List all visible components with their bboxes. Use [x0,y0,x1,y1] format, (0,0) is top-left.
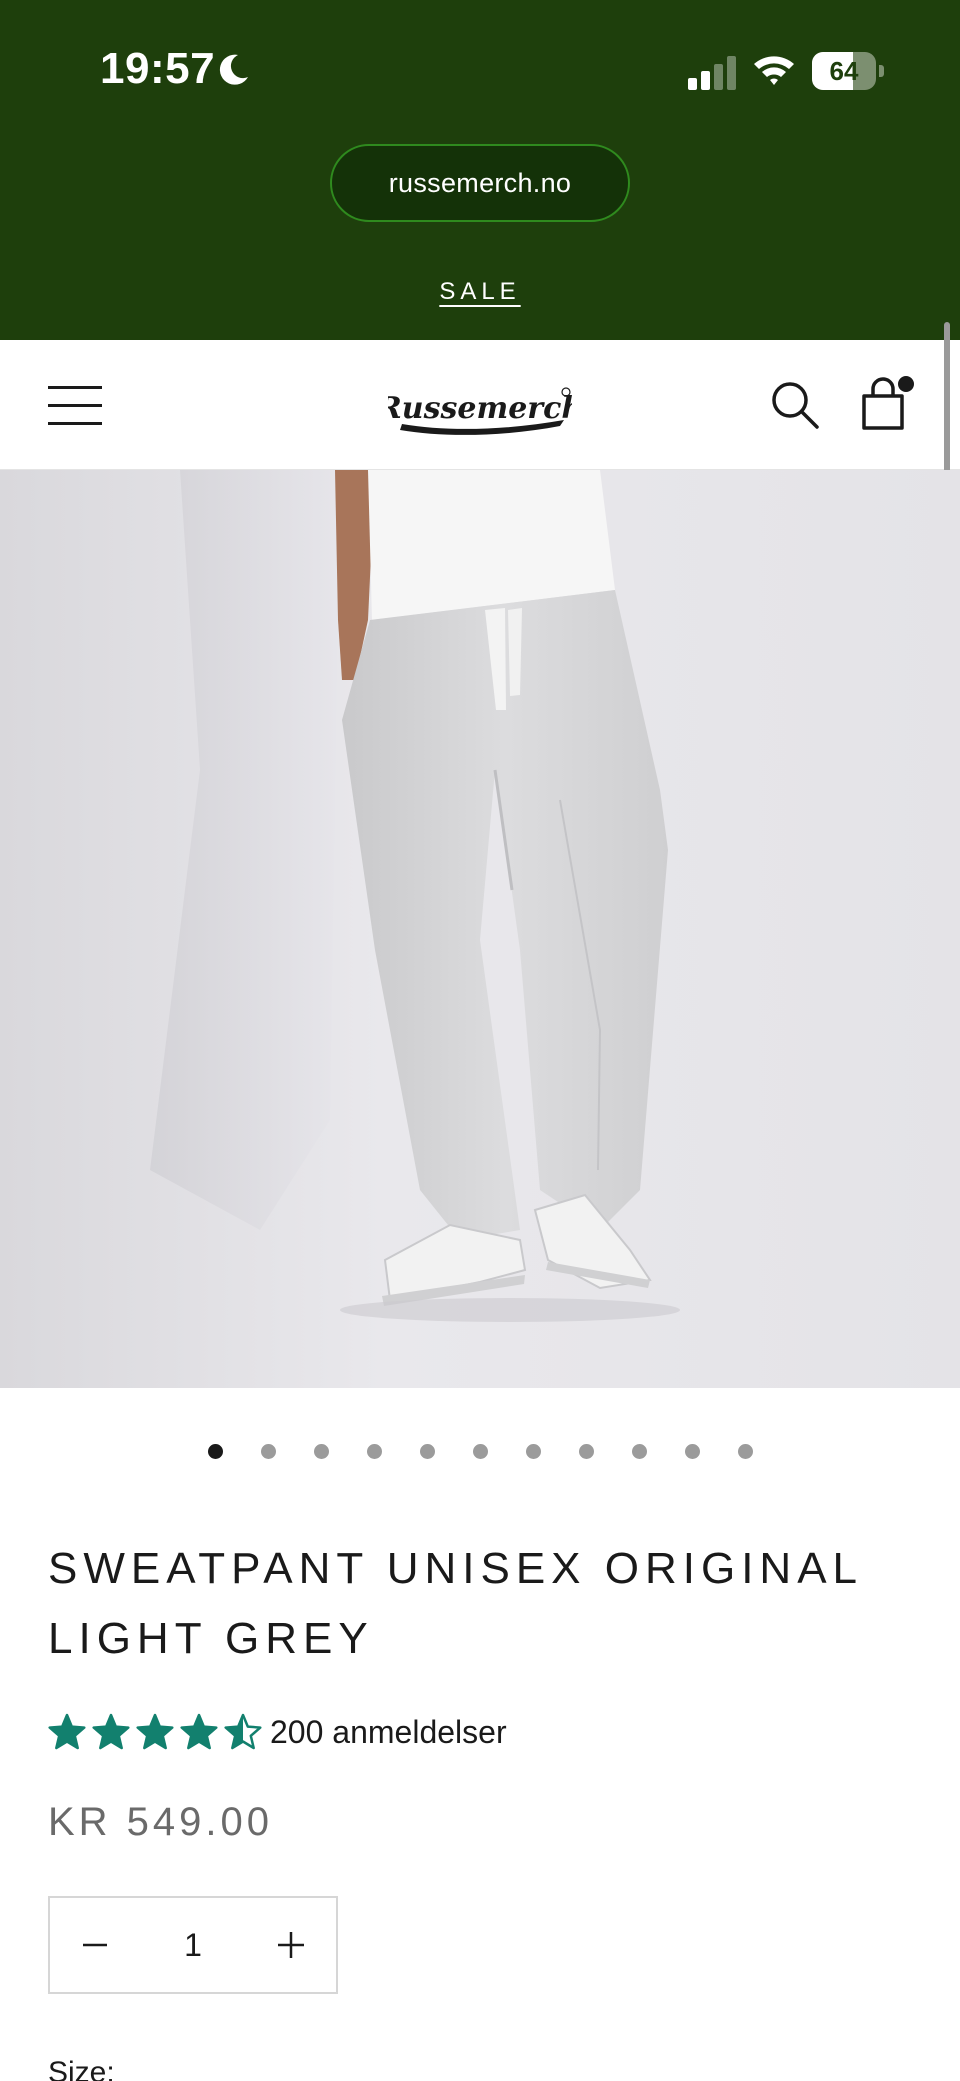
site-header: Russemerch [0,340,960,470]
gallery-dot[interactable] [737,1444,753,1459]
product-title: SWEATPANT UNISEX ORIGINAL LIGHT GREY [48,1544,862,1663]
sale-link[interactable]: SALE [439,278,520,305]
status-time: 19:57 [100,44,216,93]
gallery-dot[interactable] [525,1444,541,1459]
star-filled-icon [92,1713,130,1750]
battery-tip [879,65,884,77]
star-filled-icon [136,1713,174,1750]
gallery-dot[interactable] [631,1444,647,1459]
gallery-dot[interactable] [578,1444,594,1459]
size-label: Size: [48,2056,115,2081]
product-image[interactable] [0,470,960,1388]
moon-icon [219,54,248,85]
gallery-dot[interactable] [207,1444,223,1459]
battery-indicator: 64 [812,52,884,90]
plus-icon [278,1932,304,1958]
gallery-dot[interactable] [366,1444,382,1459]
russemerch-logo[interactable]: Russemerch [388,380,572,440]
gallery-dot[interactable] [472,1444,488,1459]
battery-percent: 64 [829,56,859,86]
cellular-signal-icon [688,56,736,90]
cart-badge-dot [898,376,914,392]
star-filled-icon [48,1713,86,1750]
rating-stars [48,1713,262,1751]
review-count[interactable]: 200 anmeldelser [270,1714,507,1751]
quantity-decrease-button[interactable] [50,1898,140,1992]
menu-icon[interactable] [48,386,104,426]
gallery-dot[interactable] [419,1444,435,1459]
star-half-icon [224,1713,262,1750]
quantity-stepper: 1 [48,1896,338,1994]
minus-icon [83,1943,107,1947]
announcement-bar: SALE [0,278,960,306]
battery-body: 64 [812,52,876,90]
url-bar[interactable]: russemerch.no [330,144,630,222]
top-bar: 19:57 64 russemerch.no SALE [0,0,960,340]
gallery-dot[interactable] [260,1444,276,1459]
quantity-increase-button[interactable] [246,1898,336,1992]
gallery-dot[interactable] [313,1444,329,1459]
quantity-value[interactable]: 1 [140,1898,246,1992]
product-photo-sweatpants [150,470,680,1322]
product-rating[interactable]: 200 anmeldelser [48,1708,507,1756]
search-icon[interactable] [770,380,820,430]
logo-text: Russemerch [388,391,572,426]
cart-icon[interactable] [856,376,916,432]
product-price: KR 549.00 [48,1800,274,1844]
wifi-icon [754,56,794,85]
gallery-dot[interactable] [684,1444,700,1459]
gallery-pagination [0,1444,960,1464]
star-filled-icon [180,1713,218,1750]
product-page: 19:57 64 russemerch.no SALE ussemerc SWE… [0,0,960,2081]
url-text: russemerch.no [388,167,572,198]
